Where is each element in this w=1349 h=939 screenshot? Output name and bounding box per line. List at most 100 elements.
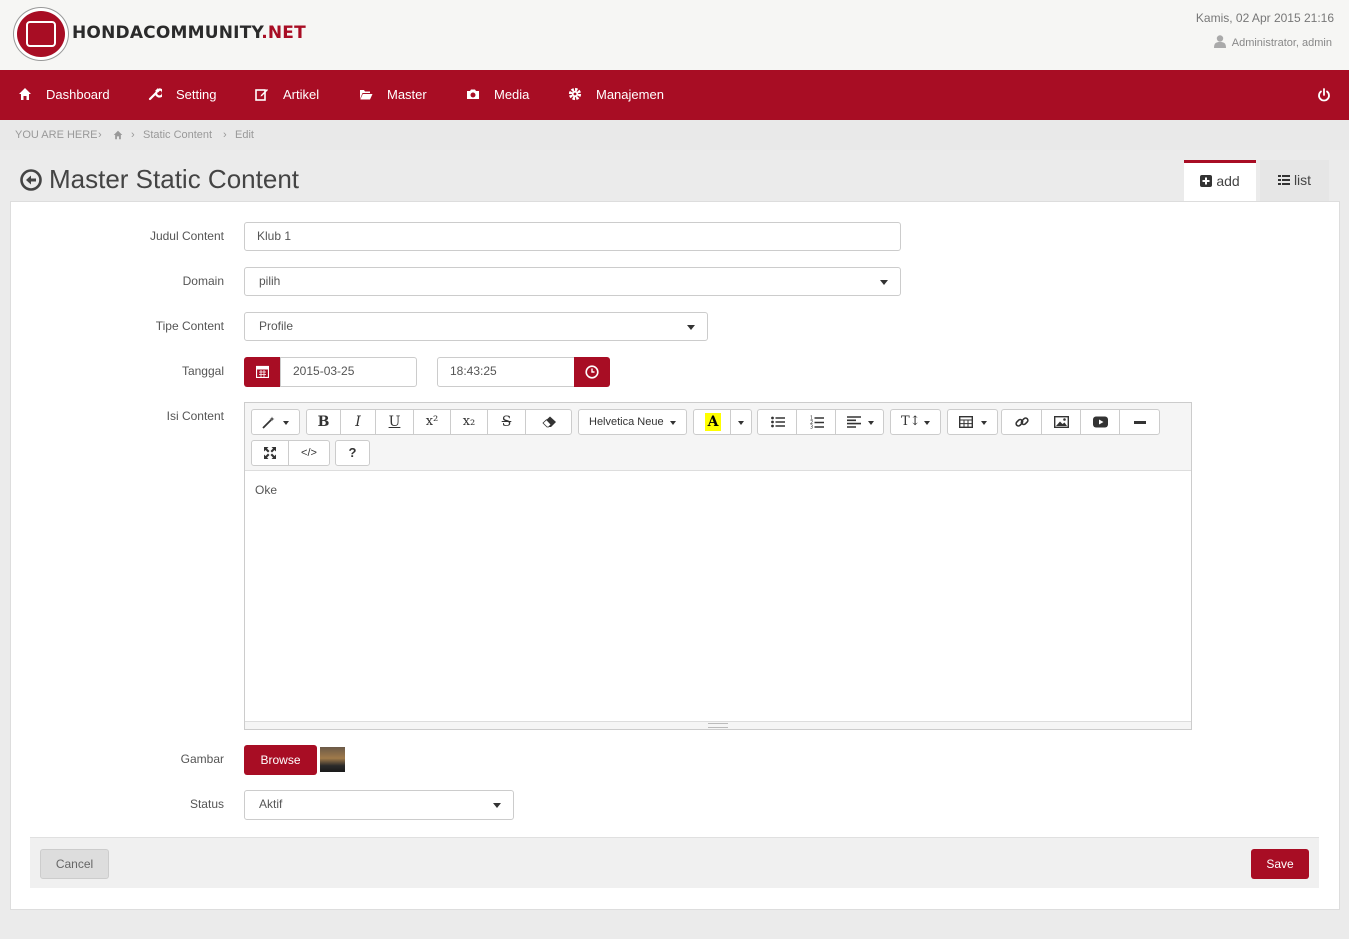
home-icon [19,88,31,100]
plus-square-icon [1200,175,1213,187]
nav-label-artikel: Artikel [283,87,320,102]
caret-down-icon [283,421,289,425]
browse-button[interactable]: Browse [244,745,317,775]
text-height-icon: T↕ [901,414,921,429]
back-circle-icon[interactable] [20,169,42,191]
calendar-addon[interactable] [244,357,280,387]
honda-logo[interactable] [14,8,68,60]
list-ul-icon [771,416,785,428]
code-view-button[interactable]: </> [288,440,330,466]
brand-name: HONDACOMMUNITY.NET [72,23,306,43]
status-select-value: Aktif [259,797,283,811]
expand-icon [264,447,276,459]
table-icon [959,416,973,428]
fullscreen-button[interactable] [251,440,289,466]
time-input[interactable]: 18:43:25 [437,357,575,387]
brand-main: HONDACOMMUNITY [72,23,262,43]
image-thumbnail[interactable] [320,747,345,772]
user-name: Administrator, admin [1231,37,1332,49]
paragraph-align-dropdown[interactable] [835,409,884,435]
clear-format-button[interactable] [525,409,572,435]
logo-wing-mark [26,21,56,47]
date-input[interactable]: 2015-03-25 [280,357,417,387]
nav-item-setting[interactable]: Setting [148,70,216,120]
unordered-list-button[interactable] [757,409,797,435]
code-icon: </> [301,447,317,459]
status-select[interactable]: Aktif [244,790,514,820]
caret-down-icon [981,421,987,425]
font-family-dropdown[interactable]: Helvetica Neue [578,409,687,435]
breadcrumb-separator: › [98,129,102,141]
ordered-list-button[interactable]: 123 [796,409,836,435]
tab-list-label: list [1293,172,1312,188]
image-icon [1054,416,1069,428]
text-color-button[interactable]: A [693,409,731,435]
editor-toolbar: B I U x² x₂ S Helvetica Neue A 123 T↕ </… [245,403,1191,471]
judul-label: Judul Content [149,229,224,243]
page-title: Master Static Content [49,164,299,194]
superscript-button[interactable]: x² [413,409,451,435]
user-info[interactable]: Administrator, admin [1213,35,1332,49]
breadcrumb-prefix: YOU ARE HERE [15,129,98,141]
clock-addon[interactable] [574,357,610,387]
brand-suffix: .NET [261,23,306,43]
insert-video-button[interactable] [1080,409,1120,435]
camera-icon [467,89,479,99]
insert-image-button[interactable] [1041,409,1081,435]
calendar-icon [256,365,269,378]
caret-down-icon [493,803,501,808]
clock-icon [585,365,599,379]
color-dropdown-toggle[interactable] [730,409,752,435]
home-icon[interactable] [113,130,123,140]
breadcrumb-static-content[interactable]: Static Content [143,129,212,141]
nav-item-manajemen[interactable]: Manajemen [568,70,664,120]
breadcrumb: YOU ARE HERE › › Static Content › Edit [0,120,1349,150]
list-icon [1277,175,1290,185]
folder-open-icon [360,90,373,100]
table-dropdown[interactable] [947,409,998,435]
tipe-select-value: Profile [259,319,294,333]
magic-wand-icon [262,416,275,429]
bold-button[interactable]: B [306,409,341,435]
power-icon[interactable] [1317,88,1331,102]
font-family-value: Helvetica Neue [589,416,664,428]
line-height-dropdown[interactable]: T↕ [890,409,941,435]
insert-link-button[interactable] [1001,409,1042,435]
subscript-button[interactable]: x₂ [450,409,488,435]
horizontal-rule-button[interactable] [1119,409,1160,435]
save-button[interactable]: Save [1251,849,1309,879]
edit-icon [255,89,268,101]
tab-list[interactable]: list [1260,160,1329,202]
editor-content[interactable]: Oke [255,483,277,497]
domain-select[interactable]: pilih [244,267,901,296]
nav-item-artikel[interactable]: Artikel [255,70,319,120]
underline-button[interactable]: U [375,409,414,435]
domain-label: Domain [182,274,224,288]
highlight-a-icon: A [705,413,721,431]
rich-text-editor: B I U x² x₂ S Helvetica Neue A 123 T↕ </… [244,402,1192,730]
help-button[interactable]: ? [335,440,370,466]
nav-label-media: Media [494,87,530,102]
style-dropdown-button[interactable] [251,409,300,435]
cancel-button[interactable]: Cancel [40,849,109,879]
nav-item-master[interactable]: Master [359,70,427,120]
italic-button[interactable]: I [340,409,376,435]
editor-resize-handle[interactable] [245,721,1191,729]
judul-input[interactable]: Klub 1 [244,222,901,251]
tipe-select[interactable]: Profile [244,312,708,341]
nav-label-setting: Setting [176,87,217,102]
resize-grip-icon [708,723,728,728]
nav-item-media[interactable]: Media [466,70,529,120]
strikethrough-button[interactable]: S [487,409,526,435]
link-icon [1015,417,1029,427]
user-icon [1213,35,1226,48]
tab-add[interactable]: add [1184,160,1256,202]
status-label: Status [189,797,224,811]
caret-down-icon [924,421,930,425]
svg-text:3: 3 [810,425,813,430]
caret-down-icon [687,325,695,330]
nav-item-dashboard[interactable]: Dashboard [18,70,110,120]
breadcrumb-edit: Edit [235,129,254,141]
gear-icon [568,87,582,101]
youtube-play-icon [1093,416,1108,428]
